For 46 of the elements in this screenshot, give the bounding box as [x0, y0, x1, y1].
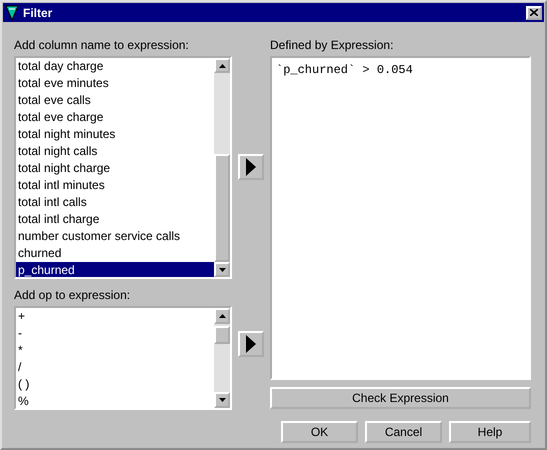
scroll-down-icon — [218, 398, 226, 402]
list-item[interactable]: * — [16, 342, 214, 359]
list-item[interactable]: total night calls — [16, 143, 214, 160]
column-list[interactable] — [14, 56, 232, 279]
funnel-icon — [5, 4, 19, 20]
expression-field[interactable]: `p_churned` > 0.054 — [270, 56, 531, 380]
close-button[interactable] — [526, 6, 542, 20]
dialog-button[interactable]: OK — [281, 421, 358, 443]
list-item[interactable]: number customer service calls — [16, 228, 214, 245]
list-item[interactable]: total intl charge — [16, 211, 214, 228]
add-button[interactable] — [238, 154, 264, 180]
list-item[interactable]: % — [16, 393, 214, 408]
list-item[interactable]: / — [16, 359, 214, 376]
list-label: Add op to expression: — [14, 287, 132, 303]
right-triangle-icon — [246, 158, 256, 176]
list-item[interactable]: total intl calls — [16, 194, 214, 211]
scroll-thumb[interactable] — [214, 154, 230, 262]
expression-label: Defined by Expression: — [270, 37, 394, 53]
operator-list[interactable]: + - * / ( ) % — [14, 306, 232, 410]
list-label: Add column name to expression: — [14, 37, 190, 53]
dialog-button[interactable]: Help — [449, 421, 531, 443]
scrollbar[interactable] — [214, 58, 230, 277]
list-item[interactable]: total intl minutes — [16, 177, 214, 194]
scroll-up-icon — [218, 314, 226, 318]
check-expression-button[interactable]: Check Expression — [270, 387, 531, 409]
right-triangle-icon — [246, 335, 256, 353]
list-item[interactable]: total eve calls — [16, 92, 214, 109]
window-title: Filter — [23, 6, 54, 20]
list-item[interactable]: ( ) — [16, 376, 214, 393]
list-item[interactable]: p_churned — [16, 262, 214, 277]
scroll-up-icon — [218, 64, 226, 68]
list-item[interactable]: total eve minutes — [16, 75, 214, 92]
expression-text: `p_churned` > 0.054 — [276, 63, 413, 77]
close-icon — [530, 9, 538, 16]
scrollbar[interactable] — [214, 308, 230, 408]
add-button[interactable] — [238, 331, 264, 357]
list-item[interactable]: - — [16, 325, 214, 342]
list-item[interactable]: total night minutes — [16, 126, 214, 143]
list-item[interactable]: total eve charge — [16, 109, 214, 126]
list-item[interactable]: total night charge — [16, 160, 214, 177]
scroll-down-icon — [218, 268, 226, 272]
list-item[interactable]: + — [16, 308, 214, 325]
list-item[interactable]: churned — [16, 245, 214, 262]
list-item[interactable]: total day charge — [16, 58, 214, 75]
scroll-thumb[interactable] — [214, 326, 230, 344]
dialog-button[interactable]: Cancel — [365, 421, 442, 443]
